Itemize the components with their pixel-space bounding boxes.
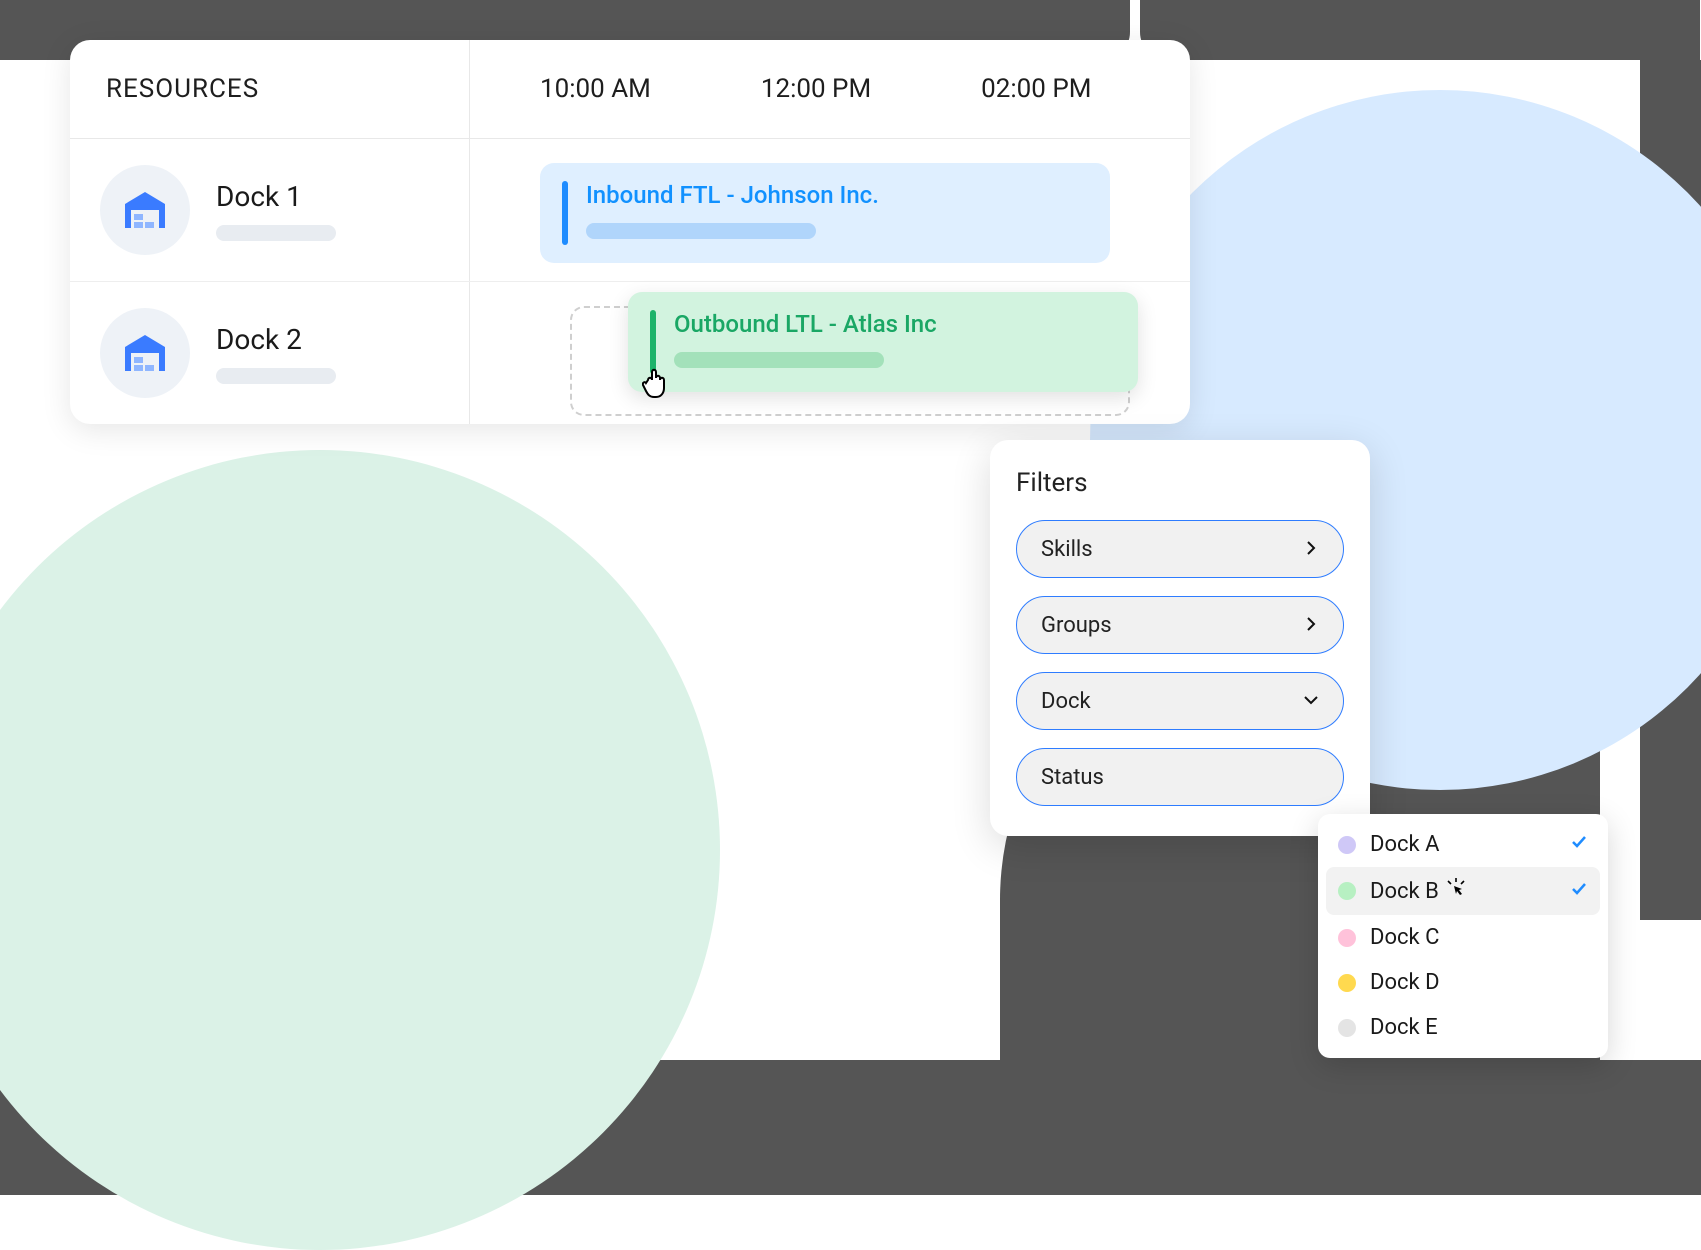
dock-option[interactable]: Dock A — [1326, 822, 1600, 867]
timeline-cell[interactable]: Inbound FTL - Johnson Inc. — [470, 139, 1190, 281]
resource-sub-placeholder — [216, 368, 336, 384]
timeline-cell[interactable]: Outbound LTL - Atlas Inc — [470, 282, 1190, 424]
schedule-panel: RESOURCES 10:00 AM 12:00 PM 02:00 PM Doc… — [70, 40, 1190, 424]
dock-option[interactable]: Dock E — [1326, 1005, 1600, 1050]
chevron-right-icon — [1303, 613, 1319, 638]
event-sub-placeholder — [674, 352, 884, 368]
time-label: 02:00 PM — [981, 74, 1091, 104]
filter-chip-label: Dock — [1041, 689, 1091, 714]
filter-chip-skills[interactable]: Skills — [1016, 520, 1344, 578]
warehouse-icon — [100, 165, 190, 255]
filter-chip-dock[interactable]: Dock — [1016, 672, 1344, 730]
event-outbound-ltl[interactable]: Outbound LTL - Atlas Inc — [628, 292, 1138, 392]
dock-option-label: Dock A — [1370, 832, 1556, 857]
warehouse-icon — [100, 308, 190, 398]
resource-row: Dock 2 Outbound LTL - Atlas Inc — [70, 282, 1190, 424]
filter-chip-status[interactable]: Status — [1016, 748, 1344, 806]
click-cursor-icon — [1445, 877, 1467, 905]
resource-cell-dock-1[interactable]: Dock 1 — [70, 139, 470, 281]
chevron-down-icon — [1303, 689, 1319, 714]
filter-chip-groups[interactable]: Groups — [1016, 596, 1344, 654]
dock-option-label: Dock B — [1370, 877, 1556, 905]
time-label: 12:00 PM — [761, 74, 871, 104]
filters-panel: Filters Skills Groups Dock Status — [990, 440, 1370, 836]
dock-dropdown: Dock A Dock B Dock C Dock D Dock E — [1318, 814, 1608, 1058]
event-title: Inbound FTL - Johnson Inc. — [586, 181, 879, 209]
color-dot-icon — [1338, 929, 1356, 947]
resource-sub-placeholder — [216, 225, 336, 241]
dock-option[interactable]: Dock D — [1326, 960, 1600, 1005]
color-dot-icon — [1338, 882, 1356, 900]
color-dot-icon — [1338, 836, 1356, 854]
event-inbound-ftl[interactable]: Inbound FTL - Johnson Inc. — [540, 163, 1110, 263]
dock-option[interactable]: Dock B — [1326, 867, 1600, 915]
resource-name: Dock 2 — [216, 323, 336, 356]
filter-chip-label: Status — [1041, 765, 1104, 790]
resource-cell-dock-2[interactable]: Dock 2 — [70, 282, 470, 424]
dock-option-label: Dock D — [1370, 970, 1588, 995]
drag-cursor-icon — [642, 364, 674, 402]
dock-option[interactable]: Dock C — [1326, 915, 1600, 960]
chevron-right-icon — [1303, 537, 1319, 562]
resource-name: Dock 1 — [216, 180, 336, 213]
resources-column-header: RESOURCES — [70, 40, 470, 138]
timeline-header: 10:00 AM 12:00 PM 02:00 PM — [470, 40, 1190, 138]
check-icon — [1570, 832, 1588, 857]
event-sub-placeholder — [586, 223, 816, 239]
dock-option-label: Dock E — [1370, 1015, 1588, 1040]
event-title: Outbound LTL - Atlas Inc — [674, 310, 937, 338]
color-dot-icon — [1338, 1019, 1356, 1037]
dock-option-label: Dock C — [1370, 925, 1588, 950]
color-dot-icon — [1338, 974, 1356, 992]
resource-row: Dock 1 Inbound FTL - Johnson Inc. — [70, 139, 1190, 282]
check-icon — [1570, 879, 1588, 904]
filter-chip-label: Groups — [1041, 613, 1112, 638]
filters-title: Filters — [1016, 468, 1344, 498]
time-label: 10:00 AM — [540, 74, 651, 104]
filter-chip-label: Skills — [1041, 537, 1093, 562]
